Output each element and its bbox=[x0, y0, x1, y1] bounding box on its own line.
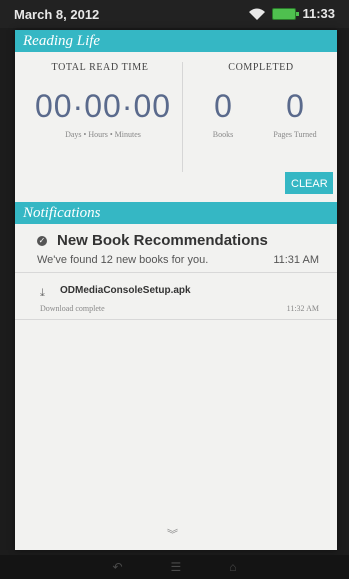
collapse-chevron-icon[interactable]: ︾ bbox=[167, 526, 178, 542]
wifi-icon bbox=[249, 8, 266, 20]
reading-life-header: Reading Life bbox=[15, 30, 337, 52]
total-read-time-title: TOTAL READ TIME bbox=[51, 62, 149, 73]
home-icon[interactable]: ⌂ bbox=[229, 560, 236, 574]
notification-subtitle: Download complete bbox=[40, 304, 105, 313]
reading-life-section: Reading Life TOTAL READ TIME COMPLETED 0… bbox=[15, 30, 337, 220]
notifications-header: Notifications bbox=[15, 202, 337, 224]
menu-icon[interactable]: ☰ bbox=[171, 560, 182, 574]
battery-icon bbox=[272, 7, 300, 20]
navigation-bar: ↶ ☰ ⌂ bbox=[0, 555, 349, 579]
notification-time: 11:32 AM bbox=[286, 304, 319, 313]
status-date: March 8, 2012 bbox=[14, 7, 100, 22]
notification-panel: Reading Life TOTAL READ TIME COMPLETED 0… bbox=[15, 30, 337, 550]
notification-subtitle: We've found 12 new books for you. bbox=[37, 254, 209, 266]
books-completed-value: 0 bbox=[214, 88, 232, 124]
completed-title: COMPLETED bbox=[228, 62, 294, 73]
download-icon: ⤓ bbox=[40, 287, 45, 299]
notification-item-download[interactable]: ⤓ ODMediaConsoleSetup.apk Download compl… bbox=[15, 273, 337, 320]
pages-turned-label: Pages Turned bbox=[273, 130, 317, 139]
notification-title: ODMediaConsoleSetup.apk bbox=[60, 285, 191, 296]
books-label: Books bbox=[212, 130, 234, 139]
status-icons: 11:33 bbox=[248, 6, 335, 21]
checkmark-icon: ✓ bbox=[37, 236, 47, 246]
notification-title: New Book Recommendations bbox=[57, 232, 268, 249]
notification-item-recommendations[interactable]: ✓ New Book Recommendations We've found 1… bbox=[15, 224, 337, 273]
notification-time: 11:31 AM bbox=[273, 254, 319, 266]
clear-button[interactable]: CLEAR bbox=[285, 172, 333, 194]
pages-turned-value: 0 bbox=[286, 88, 304, 124]
time-units-label: Days • Hours • Minutes bbox=[65, 130, 141, 139]
notifications-section: Notifications ✓ New Book Recommendations… bbox=[15, 202, 337, 320]
total-read-time-value: 00·00·00 bbox=[34, 88, 172, 124]
status-time: 11:33 bbox=[302, 6, 335, 21]
back-icon[interactable]: ↶ bbox=[112, 560, 122, 574]
status-bar: March 8, 2012 11:33 bbox=[0, 0, 349, 28]
